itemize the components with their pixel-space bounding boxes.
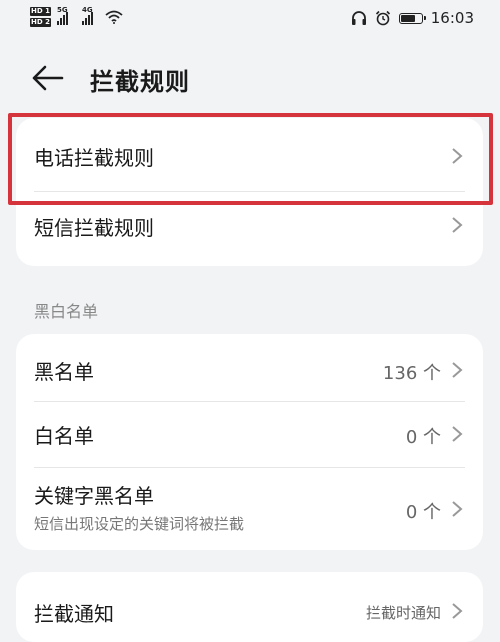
whitelist-label: 白名单 [34, 424, 94, 448]
sms-block-rules-item[interactable]: 短信拦截规则 [16, 192, 483, 266]
phone-block-rules-item[interactable]: 电话拦截规则 [16, 118, 483, 192]
network-type-1: 5G [56, 6, 68, 14]
blacklist-count: 136 个 [382, 363, 441, 384]
keyword-blacklist-description: 短信出现设定的关键词将被拦截 [34, 515, 245, 533]
whitelist-item[interactable]: 白名单 0 个 [16, 402, 483, 468]
back-arrow-icon[interactable] [30, 64, 66, 92]
signal-icon-sim1: 5G [56, 6, 68, 25]
sms-block-rules-label: 短信拦截规则 [34, 216, 154, 240]
chevron-right-icon [452, 217, 463, 233]
hd1-badge: HD 1 [30, 7, 51, 16]
wifi-icon [105, 10, 123, 24]
chevron-right-icon [452, 603, 463, 619]
blacklist-label: 黑名单 [34, 360, 94, 384]
rules-card: 电话拦截规则 短信拦截规则 [16, 118, 483, 266]
clock: 16:03 [430, 9, 474, 27]
alarm-icon [375, 10, 390, 26]
keyword-blacklist-label: 关键字黑名单 [34, 484, 154, 508]
signal-icon-sim2: 4G [81, 6, 93, 25]
keyword-blacklist-item[interactable]: 关键字黑名单 短信出现设定的关键词将被拦截 0 个 [16, 468, 483, 550]
hd-indicators: HD 1 HD 2 [30, 7, 51, 27]
blacklist-item[interactable]: 黑名单 136 个 [16, 334, 483, 402]
chevron-right-icon [452, 501, 463, 517]
keyword-blacklist-count: 0 个 [405, 502, 441, 523]
chevron-right-icon [452, 362, 463, 378]
status-bar: HD 1 HD 2 5G 4G 16:03 [0, 0, 500, 38]
chevron-right-icon [452, 426, 463, 442]
block-notification-label: 拦截通知 [34, 602, 114, 626]
lists-card: 黑名单 136 个 白名单 0 个 关键字黑名单 短信出现设定的关键词将被拦截 … [16, 334, 483, 550]
battery-icon [398, 12, 426, 24]
section-header-blacklist-whitelist: 黑白名单 [34, 302, 99, 321]
battery-fill [400, 14, 415, 22]
header: 拦截规则 [0, 52, 500, 104]
hd2-badge: HD 2 [30, 18, 51, 27]
whitelist-count: 0 个 [405, 427, 441, 448]
phone-block-rules-label: 电话拦截规则 [34, 146, 154, 170]
notification-card: 拦截通知 拦截时通知 [16, 572, 483, 642]
block-notification-item[interactable]: 拦截通知 拦截时通知 [16, 572, 483, 642]
headphones-icon [351, 11, 366, 25]
chevron-right-icon [452, 148, 463, 164]
network-type-2: 4G [81, 6, 93, 14]
page-title: 拦截规则 [90, 68, 190, 96]
block-notification-value: 拦截时通知 [365, 604, 441, 622]
